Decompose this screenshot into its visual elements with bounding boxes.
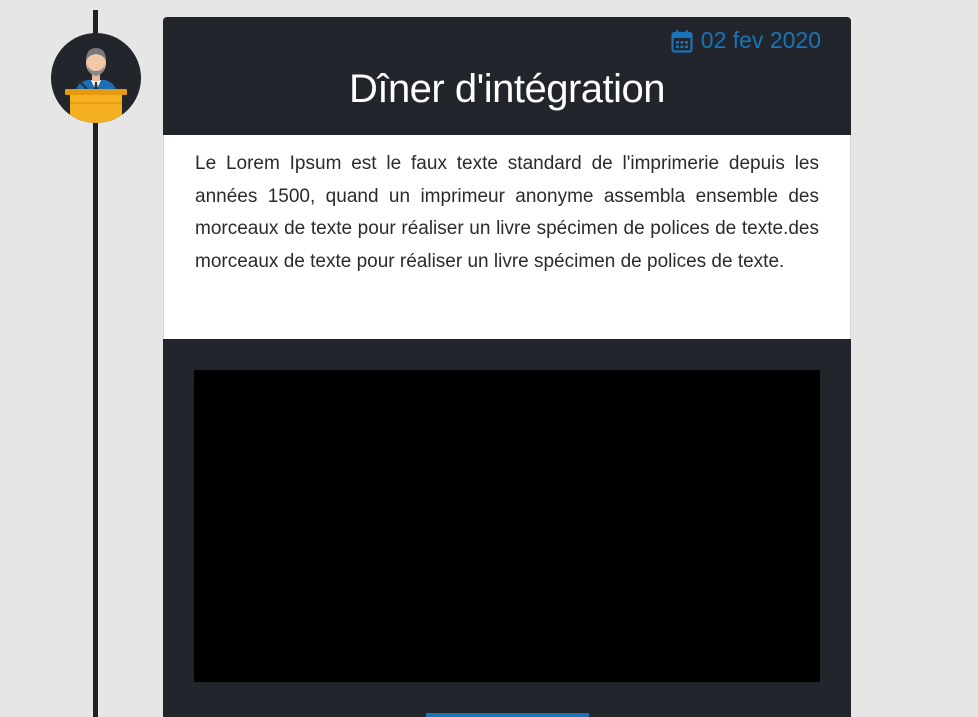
card-action-tab[interactable]	[426, 713, 589, 717]
event-date-text: 02 fev 2020	[700, 27, 821, 53]
event-title: Dîner d'intégration	[348, 67, 666, 111]
speaker-avatar	[51, 33, 141, 123]
timeline-page: 02 fev 2020 Dîner d'intégration Le Lorem…	[0, 0, 978, 717]
event-description: Le Lorem Ipsum est le faux texte standar…	[195, 153, 819, 272]
video-player[interactable]	[194, 370, 820, 682]
event-card-header: 02 fev 2020 Dîner d'intégration	[163, 17, 851, 135]
speaker-at-podium-icon	[65, 48, 127, 123]
event-description-panel: Le Lorem Ipsum est le faux texte standar…	[163, 135, 851, 339]
event-card: 02 fev 2020 Dîner d'intégration Le Lorem…	[163, 17, 851, 717]
calendar-icon	[671, 29, 693, 53]
event-date: 02 fev 2020	[671, 27, 821, 54]
